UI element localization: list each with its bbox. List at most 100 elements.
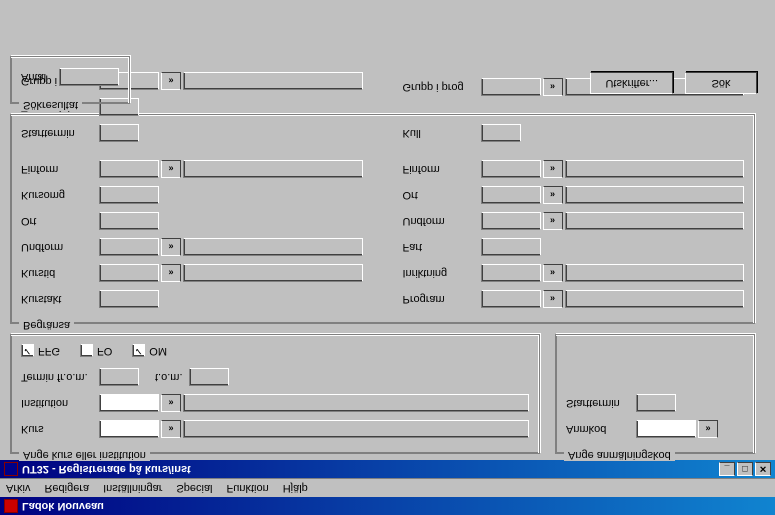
input-kurstakt[interactable] bbox=[99, 290, 159, 308]
menubar: Arkiv Redigera Inställningar Special Fun… bbox=[0, 478, 775, 497]
input-kurs-code[interactable] bbox=[99, 420, 159, 438]
input-kurstid[interactable] bbox=[99, 264, 159, 282]
checkbox-fo-wrap[interactable]: FO bbox=[80, 345, 112, 358]
group-title-begransa: Begränsa bbox=[19, 319, 74, 331]
label-finform-l: Finform bbox=[21, 163, 99, 175]
app-icon bbox=[4, 499, 18, 513]
group-title-sokresultat: Sökresultat bbox=[19, 99, 82, 111]
menu-redigera[interactable]: Redigera bbox=[44, 482, 89, 494]
pick-institution[interactable]: » bbox=[161, 394, 181, 412]
group-begransa: Begränsa Kurstakt Kurstid » Undform » bbox=[10, 114, 755, 324]
pick-undform-l[interactable]: » bbox=[161, 238, 181, 256]
label-starttermin-anm: Starttermin bbox=[566, 397, 636, 409]
pick-kurs[interactable]: » bbox=[161, 420, 181, 438]
pick-finform-r[interactable]: » bbox=[543, 160, 563, 178]
label-undform-l: Undform bbox=[21, 241, 99, 253]
pick-finform-l[interactable]: » bbox=[161, 160, 181, 178]
window-titlebar: UT32 - Registrerade på kurs/inst _ □ ✕ bbox=[0, 460, 775, 478]
label-antal: Antal bbox=[21, 71, 59, 83]
pick-inriktning[interactable]: » bbox=[543, 264, 563, 282]
label-tom: t.o.m. bbox=[155, 371, 189, 383]
label-fart: Fart bbox=[403, 241, 481, 253]
label-kurstid: Kurstid bbox=[21, 267, 99, 279]
display-kurstid bbox=[183, 264, 363, 282]
display-antal bbox=[59, 68, 119, 86]
pick-program[interactable]: » bbox=[543, 290, 563, 308]
label-ffg: FFG bbox=[38, 345, 60, 357]
display-finform-l bbox=[183, 160, 363, 178]
input-termin-tom[interactable] bbox=[189, 368, 229, 386]
utskrifter-button[interactable]: Utskrifter... bbox=[590, 72, 673, 94]
input-grupp-prog[interactable] bbox=[481, 78, 541, 96]
display-program bbox=[565, 290, 745, 308]
input-kull[interactable] bbox=[481, 124, 521, 142]
input-finform-l[interactable] bbox=[99, 160, 159, 178]
display-undform-r bbox=[565, 212, 745, 230]
label-ort-r: Ort bbox=[403, 189, 481, 201]
input-kursomg[interactable] bbox=[99, 186, 159, 204]
label-starttermin-l: Starttermin bbox=[21, 127, 99, 139]
checkbox-fo[interactable] bbox=[80, 345, 93, 358]
label-anmkod: Anmkod bbox=[566, 423, 636, 435]
display-grupp-kurs bbox=[183, 72, 363, 90]
display-institution-name bbox=[183, 394, 529, 412]
display-finform-r bbox=[565, 160, 745, 178]
label-grupp-prog: Grupp i prog bbox=[403, 81, 481, 93]
maximize-button[interactable]: □ bbox=[737, 462, 753, 476]
input-ort-l[interactable] bbox=[99, 212, 159, 230]
checkbox-ffg-wrap[interactable]: ✓ FFG bbox=[21, 345, 60, 358]
window-title: UT32 - Registrerade på kurs/inst bbox=[22, 463, 191, 475]
pick-undform-r[interactable]: » bbox=[543, 212, 563, 230]
display-undform-l bbox=[183, 238, 363, 256]
app-titlebar: Ladok Nouveau bbox=[0, 497, 775, 515]
label-finform-r: Finform bbox=[403, 163, 481, 175]
checkbox-om-wrap[interactable]: ✓ OM bbox=[132, 345, 167, 358]
client-area: Ange kurs eller institution Kurs » Insti… bbox=[0, 0, 775, 460]
pick-kurstid[interactable]: » bbox=[161, 264, 181, 282]
menu-funktion[interactable]: Funktion bbox=[227, 482, 269, 494]
input-institution-code[interactable] bbox=[99, 394, 159, 412]
input-termin-from[interactable] bbox=[99, 368, 139, 386]
display-kurs-name bbox=[183, 420, 529, 438]
pick-grupp-kurs[interactable]: » bbox=[161, 72, 181, 90]
input-anmkod[interactable] bbox=[636, 420, 696, 438]
label-program: Program bbox=[403, 293, 481, 305]
menu-arkiv[interactable]: Arkiv bbox=[6, 482, 30, 494]
input-starttermin-anm[interactable] bbox=[636, 394, 676, 412]
label-institution: Institution bbox=[21, 397, 99, 409]
pick-grupp-prog[interactable]: » bbox=[543, 78, 563, 96]
begransa-right-col: Program » Inriktning » Fart Undform bbox=[403, 65, 745, 309]
menu-installningar[interactable]: Inställningar bbox=[103, 482, 162, 494]
app-title: Ladok Nouveau bbox=[22, 500, 104, 512]
close-button[interactable]: ✕ bbox=[755, 462, 771, 476]
label-fo: FO bbox=[97, 345, 112, 357]
input-fart[interactable] bbox=[481, 238, 541, 256]
label-undform-r: Undform bbox=[403, 215, 481, 227]
input-ort-r[interactable] bbox=[481, 186, 541, 204]
label-kurstakt: Kurstakt bbox=[21, 293, 99, 305]
label-kurs: Kurs bbox=[21, 423, 99, 435]
menu-special[interactable]: Special bbox=[176, 482, 212, 494]
display-ort-r bbox=[565, 186, 745, 204]
group-ange-anm: Ange anmälningskod Anmkod » Starttermin bbox=[555, 334, 755, 454]
checkbox-om[interactable]: ✓ bbox=[132, 345, 145, 358]
checkbox-ffg[interactable]: ✓ bbox=[21, 345, 34, 358]
pick-anmkod[interactable]: » bbox=[698, 420, 718, 438]
sok-button[interactable]: Sök bbox=[685, 72, 757, 94]
label-termin-from: Termin fr.o.m. bbox=[21, 371, 99, 383]
window-icon bbox=[4, 462, 18, 476]
group-ange-kurs: Ange kurs eller institution Kurs » Insti… bbox=[10, 334, 540, 454]
minimize-button[interactable]: _ bbox=[719, 462, 735, 476]
input-inriktning[interactable] bbox=[481, 264, 541, 282]
pick-ort-r[interactable]: » bbox=[543, 186, 563, 204]
label-om: OM bbox=[149, 345, 167, 357]
input-undform-l[interactable] bbox=[99, 238, 159, 256]
input-undform-r[interactable] bbox=[481, 212, 541, 230]
input-finform-r[interactable] bbox=[481, 160, 541, 178]
input-starttermin-l[interactable] bbox=[99, 124, 139, 142]
menu-hjalp[interactable]: Hjälp bbox=[283, 482, 308, 494]
group-title-ange-kurs: Ange kurs eller institution bbox=[19, 449, 150, 461]
label-kursomg: Kursomg bbox=[21, 189, 99, 201]
input-program[interactable] bbox=[481, 290, 541, 308]
label-ort-l: Ort bbox=[21, 215, 99, 227]
